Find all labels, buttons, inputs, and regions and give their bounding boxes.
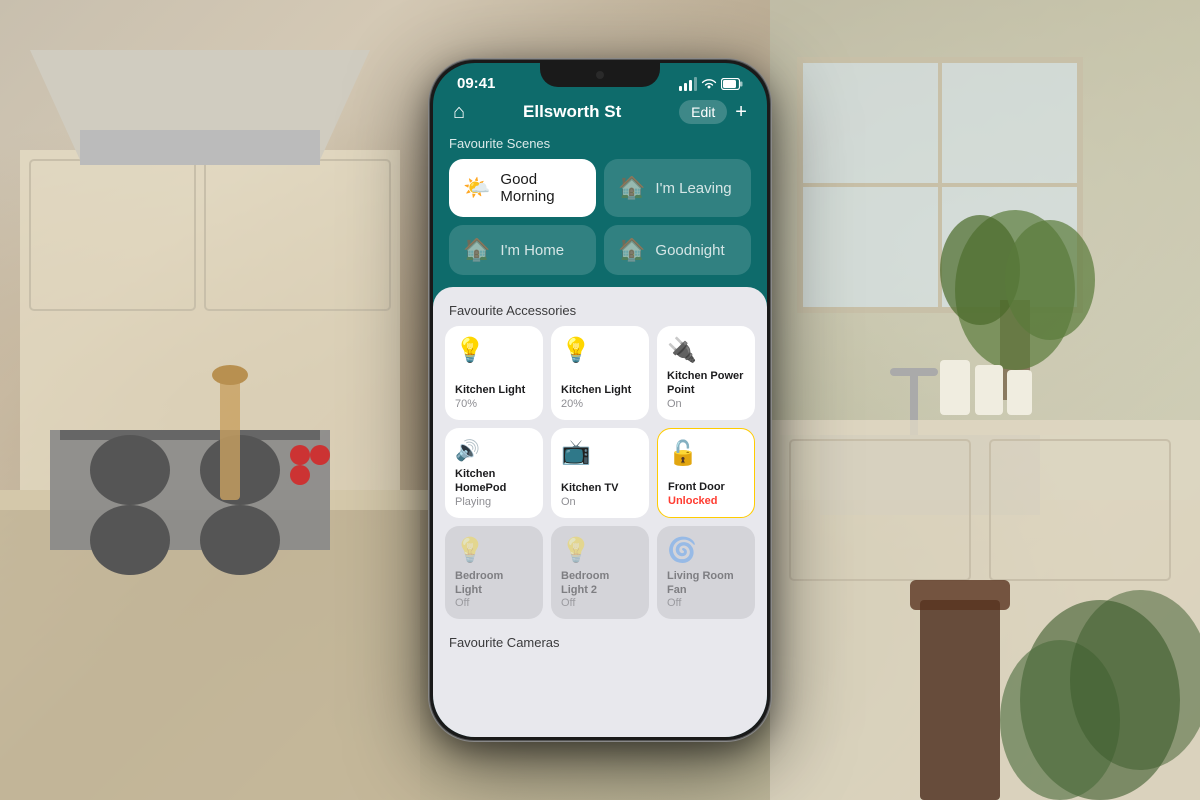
- bedroom-light-icon: 💡: [455, 536, 533, 565]
- kitchen-light-1-icon: 💡: [455, 336, 533, 365]
- living-room-fan-status: Off: [667, 597, 745, 609]
- accessories-grid-row3: 💡 Bedroom Light Off 💡 Bedroom Light 2: [433, 526, 767, 628]
- kitchen-tv-info: Kitchen TV On: [561, 481, 639, 507]
- accessory-kitchen-light-1[interactable]: 💡 Kitchen Light 70%: [445, 326, 543, 420]
- accessory-kitchen-homepod[interactable]: 🔊 Kitchen HomePod Playing: [445, 428, 543, 518]
- accessory-kitchen-power[interactable]: 🔌 Kitchen Power Point On: [657, 326, 755, 420]
- im-leaving-icon: 🏠: [618, 175, 645, 201]
- kitchen-tv-icon: 📺: [561, 438, 639, 467]
- accessory-living-room-fan[interactable]: 🌀 Living Room Fan Off: [657, 526, 755, 620]
- im-leaving-label: I'm Leaving: [655, 180, 731, 197]
- bedroom-light-2-icon: 💡: [561, 536, 639, 565]
- accessory-kitchen-tv[interactable]: 📺 Kitchen TV On: [551, 428, 649, 518]
- im-home-icon: 🏠: [463, 237, 490, 263]
- accessories-section-label: Favourite Accessories: [433, 299, 767, 326]
- scene-tile-good-morning[interactable]: 🌤️ Good Morning: [449, 159, 596, 217]
- add-button[interactable]: +: [735, 101, 747, 124]
- phone-wrapper: 09:41: [430, 60, 770, 740]
- nav-title: Ellsworth St: [523, 102, 621, 122]
- kitchen-homepod-info: Kitchen HomePod Playing: [455, 467, 533, 508]
- signal-bar-4: [694, 77, 697, 91]
- cameras-section-label: Favourite Cameras: [433, 631, 767, 658]
- living-room-fan-info: Living Room Fan Off: [667, 569, 745, 610]
- kitchen-light-1-name: Kitchen Light 70%: [455, 383, 533, 409]
- bedroom-light-status: Off: [455, 597, 533, 609]
- bedroom-light-2-status: Off: [561, 597, 639, 609]
- scenes-grid: 🌤️ Good Morning 🏠 I'm Leaving 🏠 I'm Home: [433, 159, 767, 287]
- signal-bars-icon: [679, 77, 697, 91]
- kitchen-light-2-icon: 💡: [561, 336, 639, 365]
- good-morning-label: Good Morning: [500, 171, 582, 205]
- accessory-front-door[interactable]: 🔓 Front Door Unlocked: [657, 428, 755, 518]
- scene-tile-im-leaving[interactable]: 🏠 I'm Leaving: [604, 159, 751, 217]
- phone-notch: [540, 63, 660, 87]
- front-door-status: Unlocked: [668, 495, 744, 507]
- wifi-icon: [701, 77, 717, 90]
- goodnight-label: Goodnight: [655, 242, 724, 259]
- edit-button[interactable]: Edit: [679, 100, 727, 124]
- accessory-bedroom-light-2[interactable]: 💡 Bedroom Light 2 Off: [551, 526, 649, 620]
- phone-shell: 09:41: [430, 60, 770, 740]
- signal-bar-2: [684, 83, 687, 91]
- living-room-fan-icon: 🌀: [667, 536, 745, 565]
- scene-tile-im-home[interactable]: 🏠 I'm Home: [449, 225, 596, 275]
- kitchen-homepod-status: Playing: [455, 496, 533, 508]
- bedroom-light-info: Bedroom Light Off: [455, 569, 533, 610]
- accessories-grid-row1: 💡 Kitchen Light 70% 💡 Kitchen Light: [433, 326, 767, 428]
- nav-bar: ⌂ Ellsworth St Edit +: [433, 92, 767, 132]
- scene-tile-goodnight[interactable]: 🏠 Goodnight: [604, 225, 751, 275]
- im-home-label: I'm Home: [500, 242, 564, 259]
- kitchen-power-info: Kitchen Power Point On: [667, 369, 745, 410]
- accessories-section: Favourite Accessories 💡 Kitchen Light 70…: [433, 287, 767, 737]
- accessories-grid-row2: 🔊 Kitchen HomePod Playing 📺 Kitchen TV: [433, 428, 767, 526]
- goodnight-icon: 🏠: [618, 237, 645, 263]
- home-icon[interactable]: ⌂: [453, 101, 465, 124]
- kitchen-light-2-status: 20%: [561, 398, 639, 410]
- status-time: 09:41: [457, 75, 495, 92]
- signal-bar-3: [689, 80, 692, 91]
- accessory-bedroom-light[interactable]: 💡 Bedroom Light Off: [445, 526, 543, 620]
- bedroom-light-2-info: Bedroom Light 2 Off: [561, 569, 639, 610]
- battery-icon: [721, 78, 743, 90]
- front-door-icon: 🔓: [668, 439, 744, 468]
- accessory-kitchen-light-2[interactable]: 💡 Kitchen Light 20%: [551, 326, 649, 420]
- status-icons: [679, 77, 743, 91]
- good-morning-icon: 🌤️: [463, 175, 490, 201]
- scenes-section-label: Favourite Scenes: [433, 132, 767, 159]
- front-door-info: Front Door Unlocked: [668, 480, 744, 506]
- kitchen-power-status: On: [667, 398, 745, 410]
- scroll-content: Favourite Scenes 🌤️ Good Morning 🏠 I'm L…: [433, 132, 767, 737]
- kitchen-power-icon: 🔌: [667, 336, 745, 365]
- kitchen-light-1-status: 70%: [455, 398, 533, 410]
- phone-screen: 09:41: [433, 63, 767, 737]
- kitchen-homepod-icon: 🔊: [455, 438, 533, 463]
- kitchen-tv-status: On: [561, 496, 639, 508]
- kitchen-light-2-info: Kitchen Light 20%: [561, 383, 639, 409]
- nav-actions: Edit +: [679, 100, 747, 124]
- signal-bar-1: [679, 86, 682, 91]
